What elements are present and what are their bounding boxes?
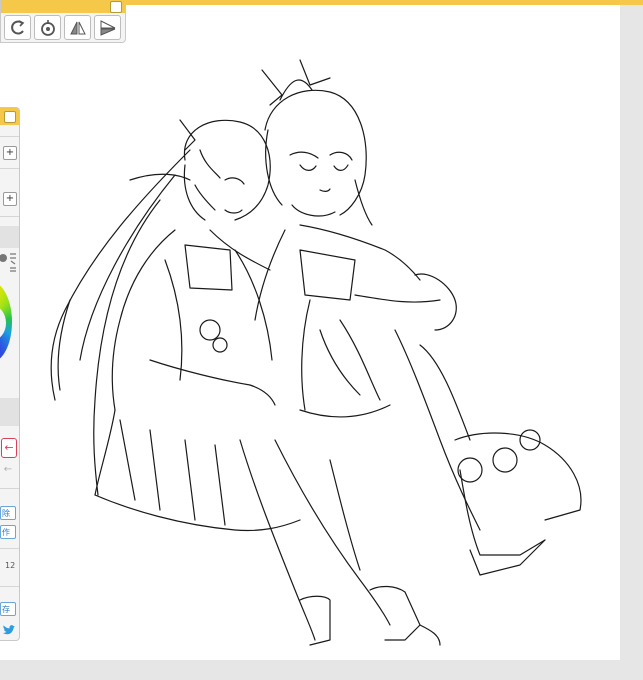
toolbar-close-button[interactable] [110,1,122,13]
delete-button[interactable]: 除 [0,506,16,520]
action-button[interactable]: 作 [0,525,16,539]
divider [0,586,19,587]
rotate-left-button[interactable] [4,15,31,40]
redo-button[interactable]: ← [1,464,15,478]
toolbar-header [1,0,125,13]
divider [0,216,19,217]
size-value: 12 [5,561,16,570]
canvas-margin-right [620,5,643,680]
side-panel-close-button[interactable] [4,111,16,123]
flip-horizontal-icon [69,21,86,34]
tool-side-panel: + + ← ← 除 作 12 存 [0,107,20,641]
flip-vertical-button[interactable] [94,15,121,40]
divider [0,488,19,489]
divider [0,168,19,169]
divider [0,136,19,137]
save-button[interactable]: 存 [0,602,16,616]
reset-rotation-icon [40,19,55,36]
canvas-margin-bottom [0,660,643,680]
undo-button[interactable]: ← [1,438,17,458]
increase-button-2[interactable]: + [3,192,17,206]
divider [0,548,19,549]
increase-button-1[interactable]: + [3,146,17,160]
color-header-band [0,226,19,248]
twitter-icon[interactable] [2,623,16,637]
flip-vertical-icon [100,19,115,36]
drawing-canvas[interactable] [0,5,620,660]
rotate-left-icon [10,19,24,35]
flip-horizontal-button[interactable] [64,15,91,40]
color-mode-icon[interactable] [0,252,18,274]
view-toolbar [0,0,126,43]
reset-rotation-button[interactable] [34,15,61,40]
history-band [0,398,19,426]
